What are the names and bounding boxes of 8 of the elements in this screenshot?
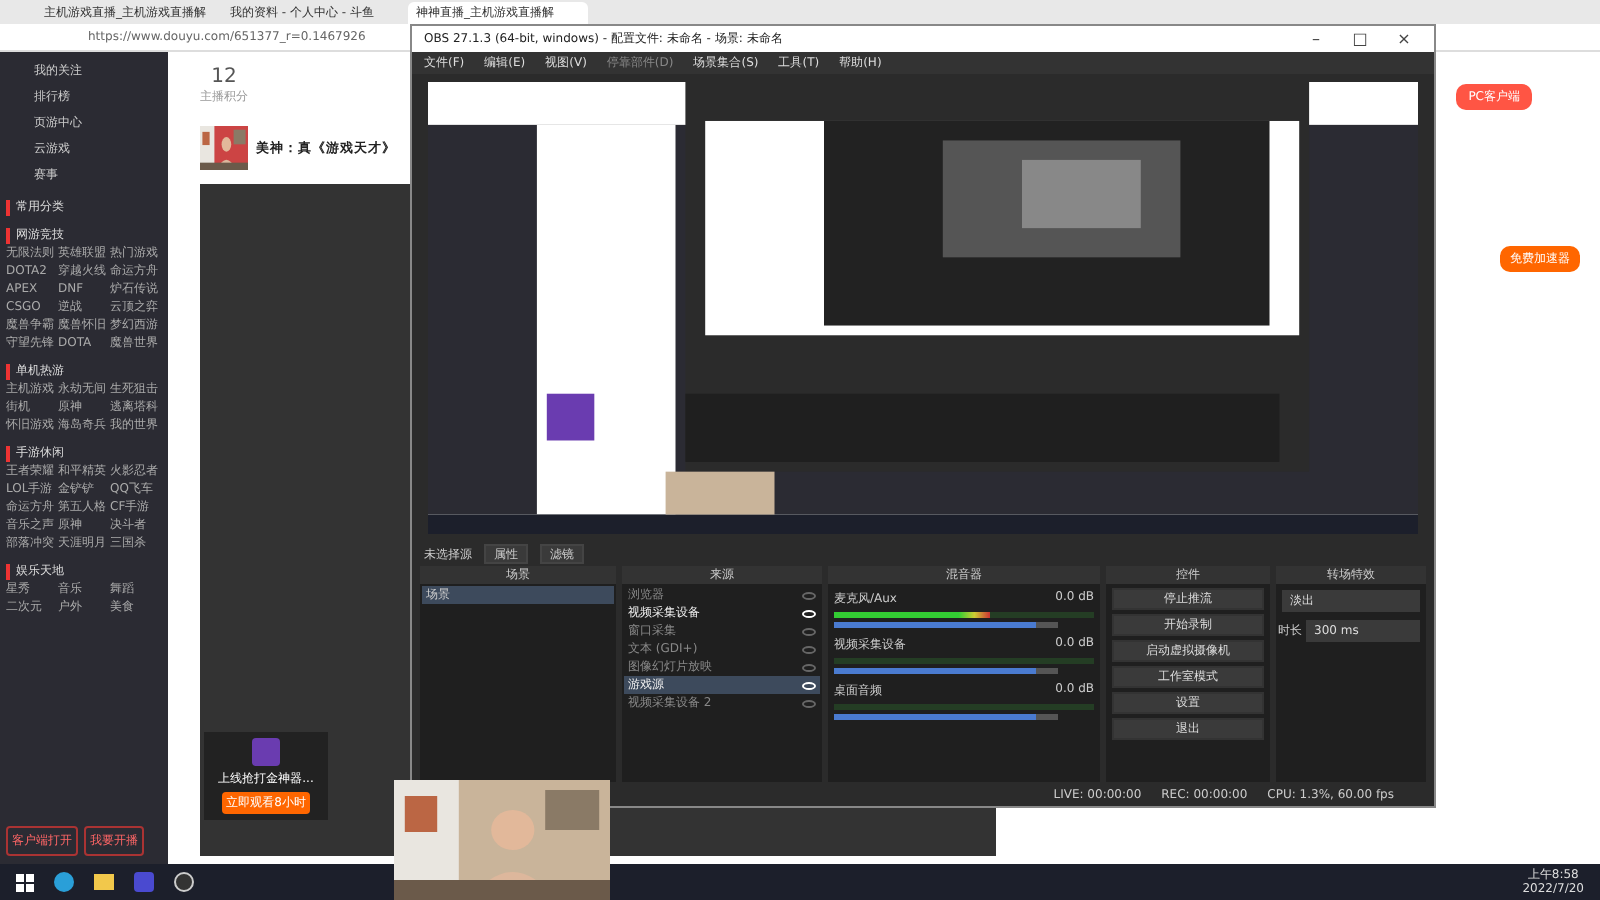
close-icon[interactable]: × — [1386, 30, 1422, 48]
game-icon — [252, 738, 280, 766]
windows-icon[interactable] — [16, 873, 34, 891]
app-icon[interactable] — [134, 872, 154, 892]
minimize-icon[interactable]: – — [1298, 30, 1334, 48]
score-value: 12 — [209, 66, 239, 88]
maximize-icon[interactable]: □ — [1342, 30, 1378, 48]
browser-icon[interactable] — [54, 872, 74, 892]
